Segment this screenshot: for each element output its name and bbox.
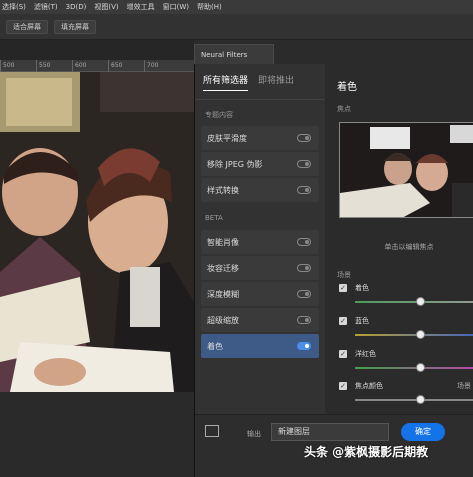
menu-select[interactable]: 选择(S) [2, 2, 26, 12]
slider-label: 着色 [355, 284, 369, 292]
tab-all-filters[interactable]: 所有筛选器 [203, 73, 249, 91]
focus-preview[interactable] [339, 122, 473, 218]
filter-label: 皮肤平滑度 [207, 133, 247, 143]
menu-window[interactable]: 窗口(W) [163, 2, 189, 12]
slider-label: 蓝色 [355, 317, 369, 325]
options-bar: 适合屏幕 填充屏幕 [0, 14, 473, 40]
checkbox-icon[interactable]: ✓ [339, 284, 347, 292]
ruler-tick: 700 [144, 59, 180, 72]
filter-label: 着色 [207, 341, 223, 351]
filter-list: 所有筛选器 即将推出 专题内容 皮肤平滑度 移除 JPEG 伪影 样式转换 BE… [195, 64, 325, 414]
output-label: 输出 [247, 430, 261, 438]
slider-knob[interactable] [416, 330, 425, 339]
slider-track[interactable] [355, 301, 473, 303]
filter-tabs: 所有筛选器 即将推出 [195, 64, 325, 100]
ruler-tick: 650 [108, 59, 144, 72]
filter-toggle-on[interactable] [297, 342, 311, 350]
filter-skin-smoothing[interactable]: 皮肤平滑度 [201, 126, 319, 150]
fill-screen-button[interactable]: 填充屏幕 [54, 19, 96, 34]
neural-filters-panel: 所有筛选器 即将推出 专题内容 皮肤平滑度 移除 JPEG 伪影 样式转换 BE… [194, 64, 473, 477]
filter-label: 移除 JPEG 伪影 [207, 159, 263, 169]
menu-view[interactable]: 视图(V) [94, 2, 118, 12]
horizontal-ruler: 500 550 600 650 700 [0, 59, 194, 72]
slider-knob[interactable] [416, 297, 425, 306]
slider-row-colorize: ✓ 着色 [339, 284, 473, 312]
watermark-text: 头条 @紫枫摄影后期教 [304, 445, 429, 459]
menu-filter[interactable]: 滤镜(T) [34, 2, 58, 12]
photo-illustration [0, 72, 194, 392]
ruler-tick: 500 [0, 59, 36, 72]
slider-knob[interactable] [416, 395, 425, 404]
slider-track[interactable] [355, 399, 473, 401]
filter-toggle[interactable] [297, 264, 311, 272]
filter-toggle[interactable] [297, 134, 311, 142]
section-beta: BETA [205, 214, 223, 222]
slider-label: 焦点颜色 [355, 382, 383, 390]
filter-toggle[interactable] [297, 238, 311, 246]
fit-screen-button[interactable]: 适合屏幕 [6, 19, 48, 34]
section-featured: 专题内容 [205, 111, 233, 119]
slider-row-magenta: ✓ 洋红色 [339, 350, 473, 378]
focus-hint: 单击以编辑焦点 [384, 243, 434, 251]
menu-3d[interactable]: 3D(D) [66, 3, 87, 11]
checkbox-icon[interactable]: ✓ [339, 350, 347, 358]
filter-smart-portrait[interactable]: 智能肖像 [201, 230, 319, 254]
filter-settings: 着色 焦点 单击以编辑焦点 场景 ✓ 着色 ✓ 蓝色 ✓ 洋红色 ✓ 焦点颜色 … [325, 64, 473, 414]
filter-label: 妆容迁移 [207, 263, 239, 273]
ok-button[interactable]: 确定 [401, 423, 445, 441]
filter-style-transfer[interactable]: 样式转换 [201, 178, 319, 202]
checkbox-icon[interactable]: ✓ [339, 382, 347, 390]
settings-title: 着色 [337, 82, 357, 93]
preview-image [340, 123, 473, 217]
filter-label: 智能肖像 [207, 237, 239, 247]
filter-super-zoom[interactable]: 超级缩放 [201, 308, 319, 332]
tab-coming-soon[interactable]: 即将推出 [258, 73, 294, 90]
slider-knob[interactable] [416, 363, 425, 372]
ruler-tick: 550 [36, 59, 72, 72]
slider-track[interactable] [355, 334, 473, 336]
menu-plugins[interactable]: 增效工具 [127, 2, 155, 12]
ruler-tick: 600 [72, 59, 108, 72]
checkbox-icon[interactable]: ✓ [339, 317, 347, 325]
filter-makeup-transfer[interactable]: 妆容迁移 [201, 256, 319, 280]
filter-toggle[interactable] [297, 316, 311, 324]
scene-right-label: 场景 [457, 382, 471, 390]
filter-colorize[interactable]: 着色 [201, 334, 319, 358]
document-photo[interactable] [0, 72, 194, 392]
slider-track[interactable] [355, 367, 473, 369]
layers-icon[interactable] [205, 425, 219, 437]
neural-filters-title: Neural Filters [194, 44, 274, 64]
filter-label: 样式转换 [207, 185, 239, 195]
filter-label: 超级缩放 [207, 315, 239, 325]
slider-row-focus-color: ✓ 焦点颜色 场景 [339, 382, 473, 410]
filter-toggle[interactable] [297, 186, 311, 194]
filter-label: 深度模糊 [207, 289, 239, 299]
menu-help[interactable]: 帮助(H) [197, 2, 222, 12]
filter-toggle[interactable] [297, 160, 311, 168]
filter-toggle[interactable] [297, 290, 311, 298]
slider-label: 洋红色 [355, 350, 376, 358]
filter-depth-blur[interactable]: 深度模糊 [201, 282, 319, 306]
slider-row-blue: ✓ 蓝色 [339, 317, 473, 345]
menu-bar: 选择(S) 滤镜(T) 3D(D) 视图(V) 增效工具 窗口(W) 帮助(H) [0, 0, 473, 14]
filter-jpeg-artifacts[interactable]: 移除 JPEG 伪影 [201, 152, 319, 176]
scene-label: 场景 [337, 271, 351, 279]
canvas-bottom [0, 392, 194, 477]
output-select[interactable]: 新建图层 [271, 423, 389, 441]
focus-label: 焦点 [337, 105, 351, 113]
